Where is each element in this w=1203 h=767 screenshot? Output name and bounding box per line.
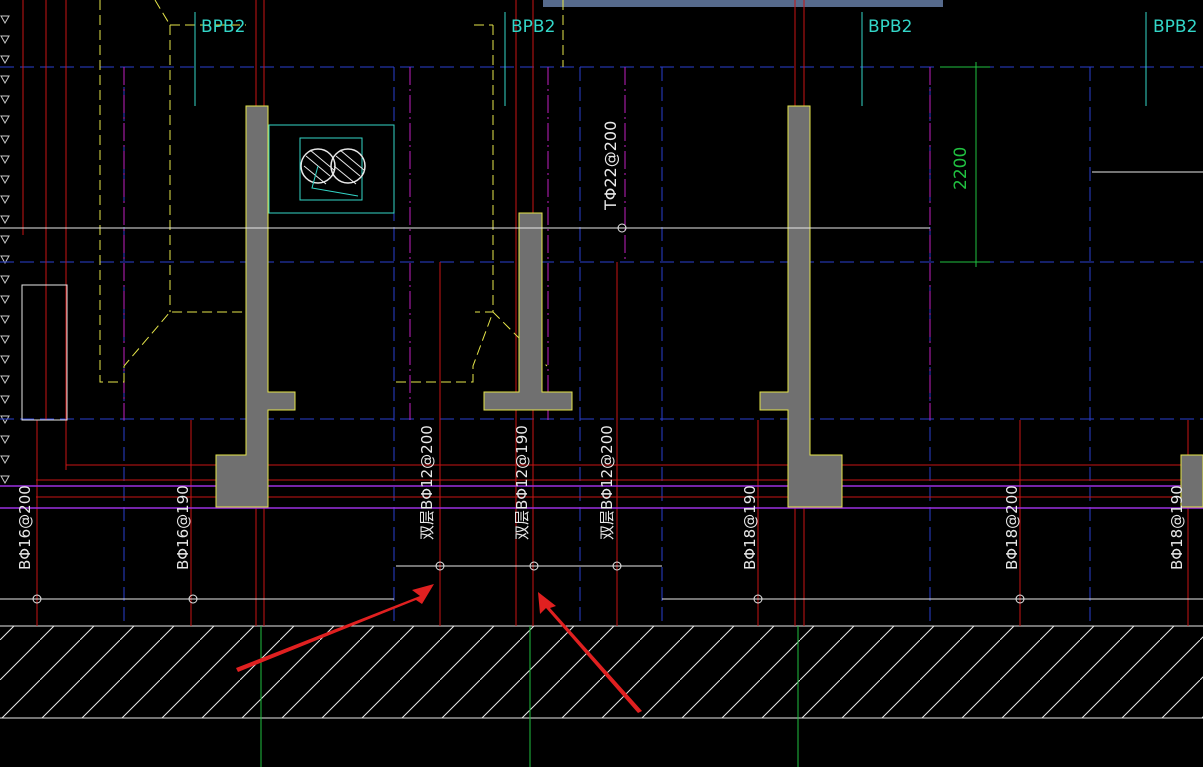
rebar-label: BΦ18@200 (1003, 485, 1021, 570)
edge-marker (0, 375, 10, 385)
edge-marker (0, 315, 10, 325)
rebar-label: 双层BΦ12@200 (598, 425, 616, 540)
bpb2-label: BPB2 (201, 17, 245, 37)
edge-marker (0, 355, 10, 365)
edge-marker (0, 335, 10, 345)
edge-marker (0, 215, 10, 225)
edge-marker (0, 135, 10, 145)
edge-marker (0, 175, 10, 185)
ground-hatch (0, 626, 1203, 718)
bpb2-label: BPB2 (868, 17, 912, 37)
edge-marker (0, 115, 10, 125)
edge-marker (0, 15, 10, 25)
edge-marker (0, 55, 10, 65)
rebar-label: 双层BΦ12@200 (418, 425, 436, 540)
rebar-label: BΦ18@190 (741, 485, 759, 570)
edge-marker (0, 475, 10, 485)
edge-marker (0, 35, 10, 45)
bpb2-label: BPB2 (511, 17, 555, 37)
rebar-label: 双层BΦ12@190 (513, 425, 531, 540)
rebar-label: BΦ18@190 (1168, 485, 1186, 570)
edge-marker (0, 395, 10, 405)
edge-marker (0, 235, 10, 245)
bpb2-label: BPB2 (1153, 17, 1197, 37)
dimension-2200-label: 2200 (951, 147, 971, 190)
top-rebar-label: TΦ22@200 (601, 121, 620, 211)
rebar-label: BΦ16@200 (16, 485, 34, 570)
retaining-walls (215, 105, 1203, 508)
pile-symbol-icon (268, 124, 395, 214)
edge-marker (0, 435, 10, 445)
cad-drawing-canvas[interactable]: BPB2 BPB2 BPB2 BPB2 2200 TΦ22@200 BΦ16@2… (0, 0, 1203, 767)
edge-marker (0, 95, 10, 105)
edge-marker (0, 155, 10, 165)
edge-marker (0, 195, 10, 205)
bpb-labels: BPB2 BPB2 BPB2 BPB2 (201, 17, 1197, 37)
rebar-label: BΦ16@190 (174, 485, 192, 570)
bpb2-leaders (194, 12, 1147, 106)
edge-marker (0, 295, 10, 305)
side-frame (21, 284, 68, 421)
edge-marker (0, 75, 10, 85)
edge-marker (0, 275, 10, 285)
edge-marker (0, 455, 10, 465)
left-edge-markers (0, 15, 10, 485)
